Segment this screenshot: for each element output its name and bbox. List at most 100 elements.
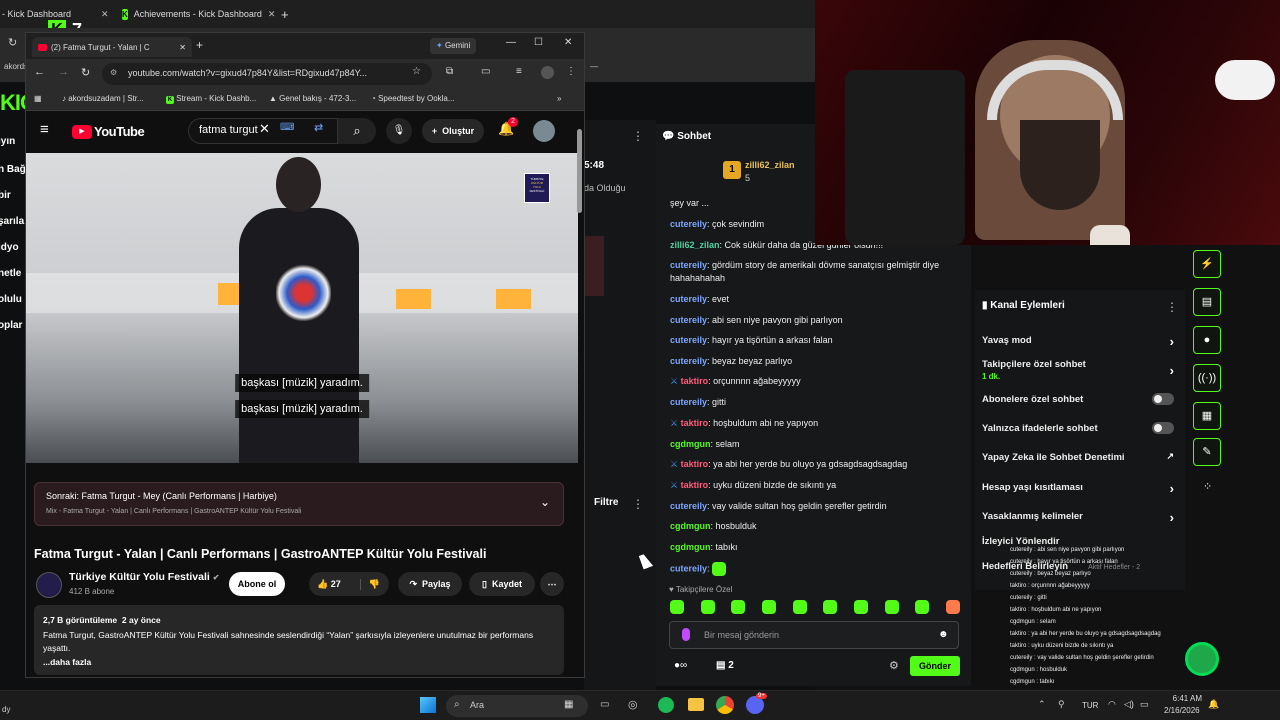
emoji-icon[interactable]: ☻ <box>938 629 949 640</box>
maximize-icon[interactable]: ☐ <box>534 37 543 48</box>
nav-fragment[interactable]: bir <box>0 190 11 201</box>
chat-username[interactable]: cutereily <box>670 563 707 573</box>
app-icon[interactable]: ◎ <box>628 698 638 711</box>
emote-icon[interactable] <box>853 600 868 614</box>
filter-label[interactable]: Filtre <box>594 497 618 508</box>
chat-username[interactable]: cutereily <box>670 219 707 229</box>
more-actions-button[interactable]: ⋯ <box>540 572 564 596</box>
chat-username[interactable]: cutereily <box>670 501 707 511</box>
emote-icon[interactable] <box>823 600 838 614</box>
more-icon[interactable]: ⋮ <box>632 497 644 511</box>
youtube-logo[interactable]: ▶ YouTube <box>72 124 145 139</box>
profile-avatar[interactable] <box>541 66 554 79</box>
action-emotes-only[interactable]: Yalnızca ifadelerle sohbet <box>982 422 1182 434</box>
nav-fragment[interactable]: olulu <box>0 294 22 305</box>
nav-fragment[interactable]: n Bağ <box>0 164 26 175</box>
volume-icon[interactable]: ◁) <box>1124 699 1134 710</box>
chat-username[interactable]: cutereily <box>670 260 707 270</box>
create-button[interactable]: + Oluştur <box>422 119 484 143</box>
description-box[interactable]: 2,7 B görüntüleme 2 ay önce Fatma Turgut… <box>34 605 564 675</box>
voice-search-icon[interactable]: 🎙 <box>386 118 412 144</box>
close-icon[interactable]: ✕ <box>179 43 186 52</box>
up-next-panel[interactable]: Sonraki: Fatma Turgut - Mey (Canlı Perfo… <box>34 482 564 526</box>
bookmark-item[interactable]: ▲ Genel bakış - 472-3... <box>269 94 356 103</box>
chat-username[interactable]: cutereily <box>670 294 707 304</box>
share-button[interactable]: ↷ Paylaş <box>398 572 462 596</box>
close-icon[interactable]: ✕ <box>101 9 109 20</box>
reload-icon[interactable]: ↻ <box>8 36 17 49</box>
page-scrollbar[interactable] <box>577 129 582 213</box>
emote-icon[interactable] <box>700 600 715 614</box>
bookmark-item[interactable]: K Stream - Kick Dashb... <box>166 94 256 104</box>
like-button[interactable]: 👍 27 <box>317 579 341 590</box>
action-account-age[interactable]: Hesap yaşı kısıtlaması › <box>982 481 1182 496</box>
save-button[interactable]: ▯ Kaydet <box>469 572 535 596</box>
new-tab-icon[interactable]: + <box>196 38 203 52</box>
more-icon[interactable]: ⋮ <box>1166 300 1178 314</box>
chat-username[interactable]: cutereily <box>670 335 707 345</box>
chat-username[interactable]: taktiro <box>681 459 709 469</box>
file-explorer-icon[interactable] <box>688 698 704 711</box>
emote-icon[interactable] <box>731 600 746 614</box>
chat-username[interactable]: cutereily <box>670 397 707 407</box>
task-view-icon[interactable]: ▭ <box>600 699 609 710</box>
subscribe-button[interactable]: Abone ol <box>229 572 285 596</box>
chat-username[interactable]: zilli62_zilan <box>670 240 720 250</box>
extensions-icon[interactable]: ⧉ <box>446 66 453 77</box>
notification-center-icon[interactable]: 🔔 <box>1208 699 1219 710</box>
send-button[interactable]: Gönder <box>910 656 960 676</box>
hamburger-menu-icon[interactable]: ≡ <box>40 121 49 138</box>
channel-avatar[interactable] <box>36 572 62 598</box>
emote-icon[interactable] <box>884 600 899 614</box>
chat-username[interactable]: taktiro <box>681 418 709 428</box>
menu-icon[interactable]: ⋮ <box>566 66 576 77</box>
account-avatar[interactable] <box>533 120 555 142</box>
wrench-icon[interactable]: ✎ <box>1193 438 1221 466</box>
action-followers-only[interactable]: Takipçilere özel sohbet 1 dk. › <box>982 359 1182 381</box>
nav-fragment[interactable]: şarıla <box>0 216 24 227</box>
new-tab-icon[interactable]: + <box>281 4 289 24</box>
url-field[interactable]: youtube.com/watch?v=gixud47p84Y&list=RDg… <box>102 63 432 85</box>
dislike-button[interactable]: 👎 <box>359 578 380 590</box>
channel-name[interactable]: Türkiye Kültür Yolu Festivali ✔ <box>69 571 219 583</box>
spotify-icon[interactable] <box>658 697 674 713</box>
back-icon[interactable]: ← <box>34 66 45 78</box>
action-slow-mode[interactable]: Yavaş mod › <box>982 334 1182 349</box>
chat-username[interactable]: taktiro <box>681 376 709 386</box>
forward-icon[interactable]: → <box>58 66 69 78</box>
keyboard-icon[interactable]: ⌨ <box>280 122 294 133</box>
chat-bubble-icon[interactable]: ● <box>1193 326 1221 354</box>
close-window-icon[interactable]: ✕ <box>564 37 572 48</box>
mic-icon[interactable] <box>682 628 690 641</box>
more-bookmarks-icon[interactable]: » <box>557 94 561 103</box>
search-button[interactable]: ⌕ <box>338 118 376 144</box>
toggle-switch[interactable] <box>1152 393 1174 405</box>
top-chatter-name[interactable]: zilli62_zilan <box>745 160 795 170</box>
lightning-icon[interactable]: ⚡ <box>1193 250 1221 278</box>
document-icon[interactable]: ▤ <box>1193 288 1221 316</box>
translate-icon[interactable]: ⇄ <box>314 121 323 134</box>
chat-message-input[interactable]: Bir mesaj gönderin <box>669 621 959 649</box>
emote-icon[interactable] <box>792 600 807 614</box>
clock-date[interactable]: 2/16/2026 <box>1164 706 1200 715</box>
nav-fragment[interactable]: ıyın <box>0 136 15 147</box>
apps-grid-icon[interactable]: ▦ <box>34 94 42 103</box>
split-view-icon[interactable]: ▭ <box>481 66 490 77</box>
tab-youtube[interactable]: (2) Fatma Turgut - Yalan | C ✕ <box>32 37 192 57</box>
chat-username[interactable]: cutereily <box>670 315 707 325</box>
more-icon[interactable]: ⋮ <box>632 129 644 143</box>
toggle-switch[interactable] <box>1152 422 1174 434</box>
chat-username[interactable]: taktiro <box>681 480 709 490</box>
gemini-button[interactable]: ✦ Gemini <box>430 38 477 54</box>
chat-username[interactable]: cgdmgun <box>670 439 711 449</box>
action-ai-moderation[interactable]: Yapay Zeka ile Sohbet Denetimi ↗ <box>982 451 1182 463</box>
nav-fragment[interactable]: netle <box>0 268 21 279</box>
reload-icon[interactable]: ↻ <box>81 66 90 79</box>
chrome-icon[interactable] <box>716 696 734 714</box>
show-more-link[interactable]: ...daha fazla <box>43 657 91 667</box>
chat-username[interactable]: cgdmgun <box>670 542 711 552</box>
nav-fragment[interactable]: idyo <box>0 242 19 253</box>
bookmark-item[interactable]: ◔ Speedtest by Ookla... <box>371 94 455 103</box>
layout-icon[interactable]: ▦ <box>1193 402 1221 430</box>
chat-settings-icon[interactable]: ●∞ <box>674 660 687 671</box>
